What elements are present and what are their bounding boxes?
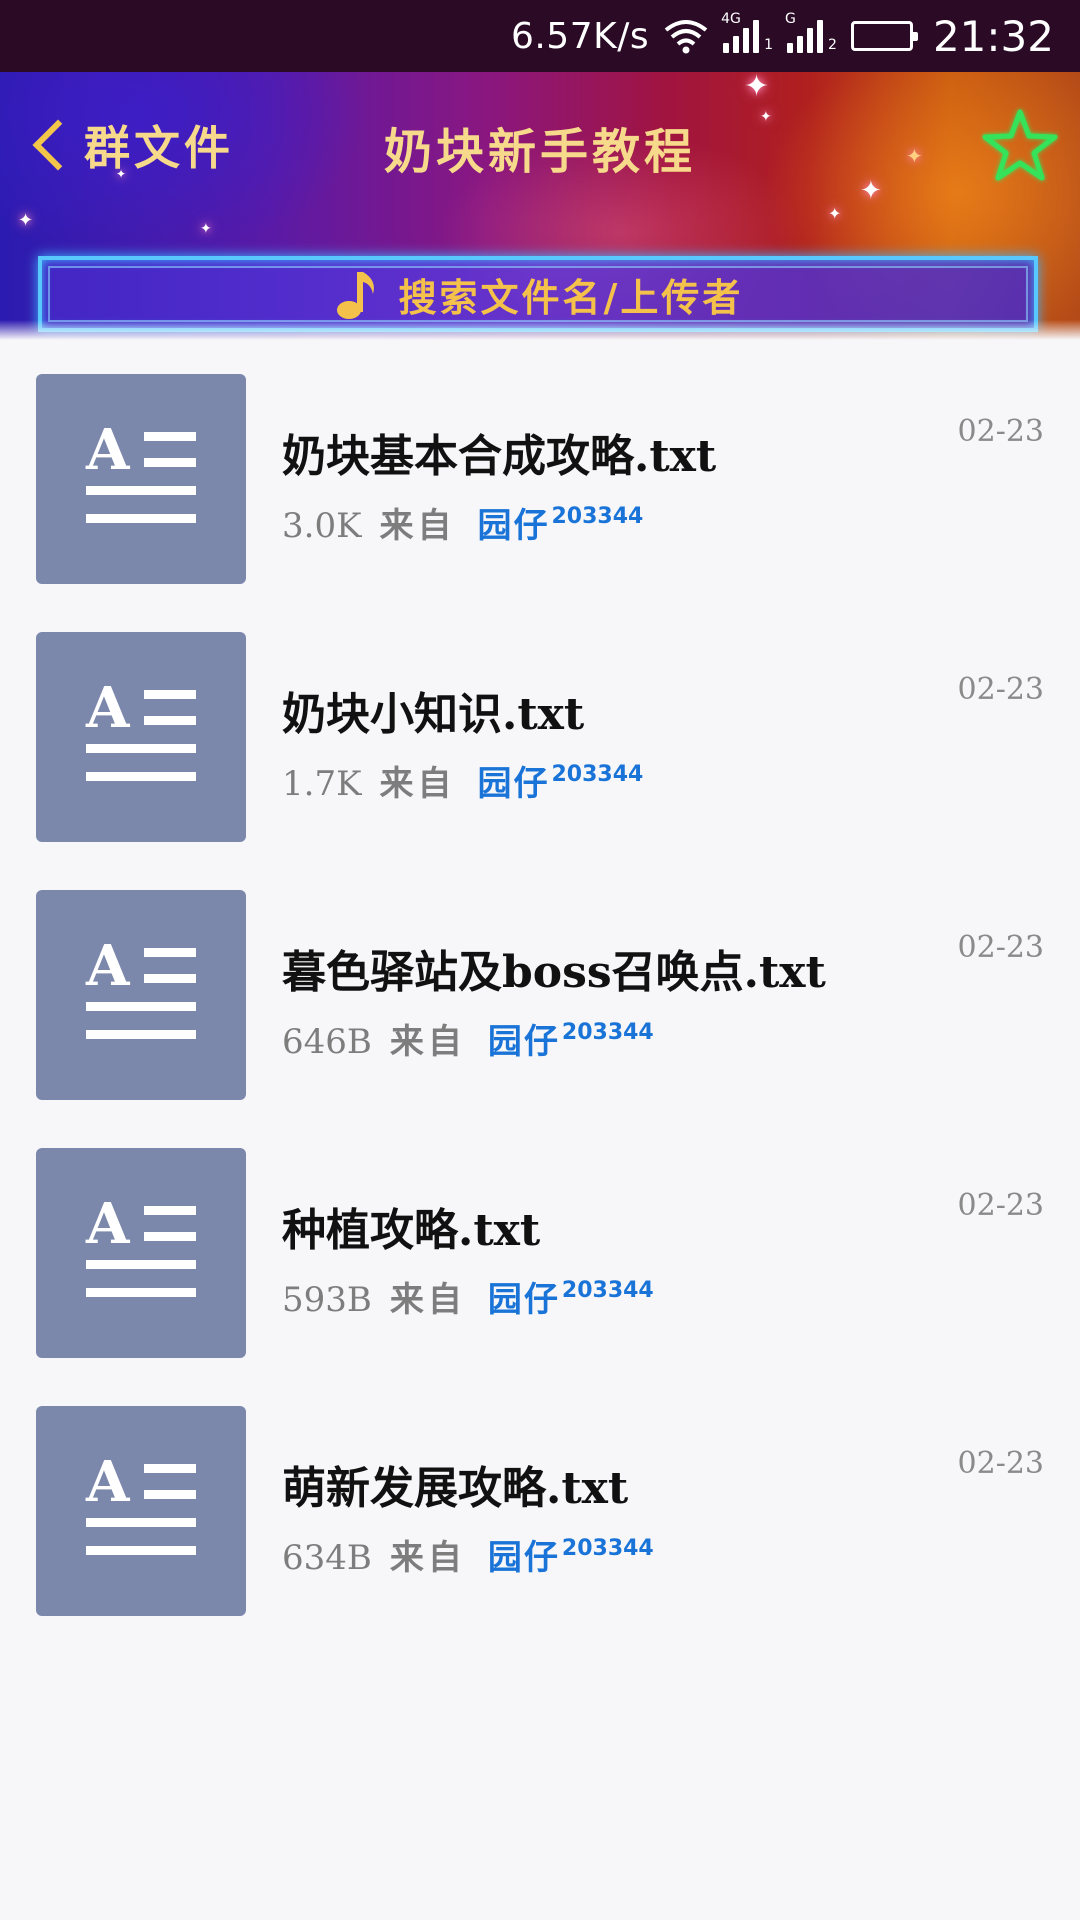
file-list-item[interactable]: A 暮色驿站及boss召唤点.txt 646B 来自 园仔 203344 02-…	[0, 856, 1080, 1114]
wifi-icon	[663, 18, 709, 54]
uploader-name[interactable]: 园仔	[488, 1530, 560, 1579]
file-list-item[interactable]: A 萌新发展攻略.txt 634B 来自 园仔 203344 02-23	[0, 1372, 1080, 1630]
file-name: 奶块基本合成攻略.txt	[282, 431, 717, 482]
uploader-name[interactable]: 园仔	[477, 498, 549, 547]
file-size: 646B	[282, 1022, 372, 1062]
signal-sim2-icon: G 2	[785, 11, 837, 53]
sim2-index: 2	[828, 37, 837, 53]
sim1-network-type: 4G	[721, 11, 741, 27]
sparkle-decoration: ✦	[828, 204, 842, 223]
text-file-icon: A	[36, 374, 246, 584]
page-title: 奶块新手教程	[383, 124, 696, 180]
file-meta: 646B 来自 园仔 203344	[282, 1014, 654, 1063]
file-size: 1.7K	[282, 764, 362, 804]
file-name: 暮色驿站及boss召唤点.txt	[282, 947, 826, 998]
file-date: 02-23	[957, 1446, 1044, 1481]
file-list-item[interactable]: A 种植攻略.txt 593B 来自 园仔 203344 02-23	[0, 1114, 1080, 1372]
file-size: 634B	[282, 1538, 372, 1578]
file-meta: 593B 来自 园仔 203344	[282, 1272, 654, 1321]
uploader-name[interactable]: 园仔	[488, 1272, 560, 1321]
file-meta: 634B 来自 园仔 203344	[282, 1530, 654, 1579]
favorite-star-button[interactable]	[980, 106, 1060, 186]
network-speed: 6.57K/s	[510, 15, 650, 57]
from-label: 来自	[379, 764, 456, 804]
sparkle-decoration: ✦	[744, 72, 770, 104]
file-list-item[interactable]: A 奶块小知识.txt 1.7K 来自 园仔 203344 02-23	[0, 598, 1080, 856]
file-name: 萌新发展攻略.txt	[282, 1463, 629, 1514]
from-label: 来自	[379, 506, 456, 546]
sim1-index: 1	[764, 37, 774, 53]
text-file-icon: A	[36, 890, 246, 1100]
text-file-icon: A	[36, 632, 246, 842]
file-name: 奶块小知识.txt	[282, 689, 585, 740]
file-date: 02-23	[957, 414, 1044, 449]
file-meta: 1.7K 来自 园仔 203344	[282, 756, 643, 805]
sim2-network-type: G	[785, 11, 796, 27]
battery-icon	[850, 21, 918, 51]
sparkle-decoration: ✦	[200, 221, 212, 237]
header: ✦ ✦ ✦ ✦ ✦ ✦ ✦ ✦ 群文件 奶块新手教程 搜索文件名/上传者	[0, 72, 1080, 340]
search-bar[interactable]: 搜索文件名/上传者	[38, 256, 1038, 332]
from-label: 来自	[389, 1280, 466, 1320]
file-meta: 3.0K 来自 园仔 203344	[282, 498, 643, 547]
file-date: 02-23	[957, 1188, 1044, 1223]
file-list: A 奶块基本合成攻略.txt 3.0K 来自 园仔 203344 02-23 A	[0, 340, 1080, 1630]
search-placeholder: 搜索文件名/上传者	[398, 274, 744, 320]
uploader-id: 203344	[561, 1278, 654, 1303]
text-file-icon: A	[36, 1406, 246, 1616]
uploader-id: 203344	[551, 504, 644, 529]
uploader-id: 203344	[561, 1536, 654, 1561]
uploader-name[interactable]: 园仔	[477, 756, 549, 805]
signal-sim1-icon: 4G 1	[721, 11, 774, 53]
clock: 21:32	[932, 11, 1054, 61]
file-date: 02-23	[957, 672, 1044, 707]
uploader-id: 203344	[551, 762, 644, 787]
file-list-item[interactable]: A 奶块基本合成攻略.txt 3.0K 来自 园仔 203344 02-23	[0, 340, 1080, 598]
star-icon	[982, 109, 1058, 181]
file-date: 02-23	[957, 930, 1044, 965]
uploader-id: 203344	[561, 1020, 654, 1045]
uploader-name[interactable]: 园仔	[488, 1014, 560, 1063]
status-bar: 6.57K/s 4G 1 G 2 21:32	[0, 0, 1080, 72]
file-size: 593B	[282, 1280, 372, 1320]
text-file-icon: A	[36, 1148, 246, 1358]
music-note-icon	[336, 272, 374, 319]
sparkle-decoration: ✦	[18, 210, 34, 231]
file-name: 种植攻略.txt	[282, 1205, 541, 1256]
file-size: 3.0K	[282, 506, 362, 546]
from-label: 来自	[389, 1022, 466, 1062]
from-label: 来自	[389, 1538, 466, 1578]
